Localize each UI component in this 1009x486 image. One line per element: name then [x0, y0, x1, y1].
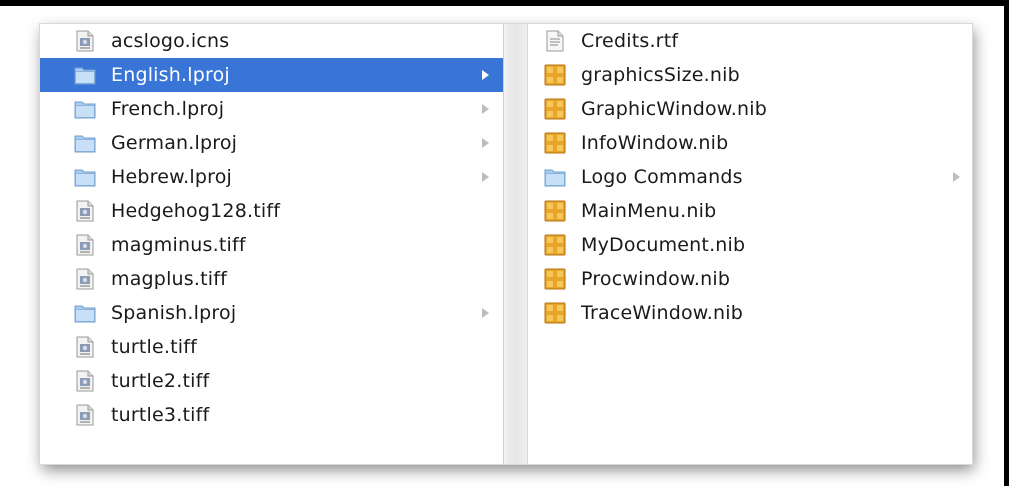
document-icon — [74, 267, 96, 291]
rtf-document-icon — [544, 29, 566, 53]
item-label: English.lproj — [111, 64, 230, 86]
browser-column-2[interactable]: Credits.rtf graphicsSize.nib GraphicWindow… — [528, 24, 972, 464]
list-item[interactable]: graphicsSize.nib — [528, 58, 972, 92]
disclosure-arrow-icon — [482, 172, 489, 182]
folder-icon — [74, 301, 96, 325]
folder-icon — [74, 165, 96, 189]
list-item[interactable]: French.lproj — [40, 92, 503, 126]
item-label: Spanish.lproj — [111, 302, 237, 324]
finder-column-browser: acslogo.icns English.lproj French.lproj Ger… — [40, 24, 972, 464]
list-item[interactable]: turtle3.tiff — [40, 398, 503, 432]
list-item[interactable]: acslogo.icns — [40, 24, 503, 58]
document-icon — [74, 335, 96, 359]
item-label: Logo Commands — [581, 166, 743, 188]
file-list: acslogo.icns English.lproj French.lproj Ger… — [40, 24, 503, 432]
folder-icon — [544, 165, 566, 189]
list-item[interactable]: Hedgehog128.tiff — [40, 194, 503, 228]
list-item[interactable]: magminus.tiff — [40, 228, 503, 262]
document-icon — [74, 233, 96, 257]
item-label: MyDocument.nib — [581, 234, 746, 256]
list-item[interactable]: magplus.tiff — [40, 262, 503, 296]
nib-file-icon — [544, 267, 566, 291]
list-item[interactable]: MyDocument.nib — [528, 228, 972, 262]
nib-file-icon — [544, 97, 566, 121]
list-item[interactable]: German.lproj — [40, 126, 503, 160]
item-label: graphicsSize.nib — [581, 64, 740, 86]
list-item[interactable]: Procwindow.nib — [528, 262, 972, 296]
browser-column-1[interactable]: acslogo.icns English.lproj French.lproj Ger… — [40, 24, 503, 464]
item-label: French.lproj — [111, 98, 225, 120]
disclosure-arrow-icon — [482, 70, 489, 80]
list-item[interactable]: English.lproj — [40, 58, 503, 92]
list-item[interactable]: TraceWindow.nib — [528, 296, 972, 330]
item-label: turtle.tiff — [111, 336, 198, 358]
column-resize-divider[interactable] — [503, 24, 528, 464]
item-label: InfoWindow.nib — [581, 132, 729, 154]
list-item[interactable]: Spanish.lproj — [40, 296, 503, 330]
finder-screenshot: acslogo.icns English.lproj French.lproj Ger… — [0, 6, 1004, 486]
item-label: Hebrew.lproj — [111, 166, 232, 188]
disclosure-arrow-icon — [953, 172, 960, 182]
nib-file-icon — [544, 301, 566, 325]
file-list: Credits.rtf graphicsSize.nib GraphicWindow… — [528, 24, 972, 330]
document-icon — [74, 403, 96, 427]
item-label: magminus.tiff — [111, 234, 246, 256]
disclosure-arrow-icon — [482, 104, 489, 114]
folder-icon — [74, 131, 96, 155]
list-item[interactable]: Credits.rtf — [528, 24, 972, 58]
disclosure-arrow-icon — [482, 308, 489, 318]
document-icon — [74, 29, 96, 53]
item-label: turtle3.tiff — [111, 404, 210, 426]
item-label: Credits.rtf — [581, 30, 679, 52]
item-label: GraphicWindow.nib — [581, 98, 767, 120]
item-label: Procwindow.nib — [581, 268, 731, 290]
item-label: MainMenu.nib — [581, 200, 717, 222]
disclosure-arrow-icon — [482, 138, 489, 148]
item-label: acslogo.icns — [111, 30, 230, 52]
list-item[interactable]: Logo Commands — [528, 160, 972, 194]
item-label: TraceWindow.nib — [581, 302, 743, 324]
nib-file-icon — [544, 233, 566, 257]
list-item[interactable]: turtle.tiff — [40, 330, 503, 364]
item-label: turtle2.tiff — [111, 370, 210, 392]
list-item[interactable]: InfoWindow.nib — [528, 126, 972, 160]
folder-icon — [74, 63, 96, 87]
document-icon — [74, 369, 96, 393]
folder-icon — [74, 97, 96, 121]
item-label: magplus.tiff — [111, 268, 228, 290]
list-item[interactable]: turtle2.tiff — [40, 364, 503, 398]
list-item[interactable]: GraphicWindow.nib — [528, 92, 972, 126]
list-item[interactable]: MainMenu.nib — [528, 194, 972, 228]
item-label: German.lproj — [111, 132, 238, 154]
nib-file-icon — [544, 63, 566, 87]
list-item[interactable]: Hebrew.lproj — [40, 160, 503, 194]
nib-file-icon — [544, 131, 566, 155]
item-label: Hedgehog128.tiff — [111, 200, 281, 222]
document-icon — [74, 199, 96, 223]
nib-file-icon — [544, 199, 566, 223]
